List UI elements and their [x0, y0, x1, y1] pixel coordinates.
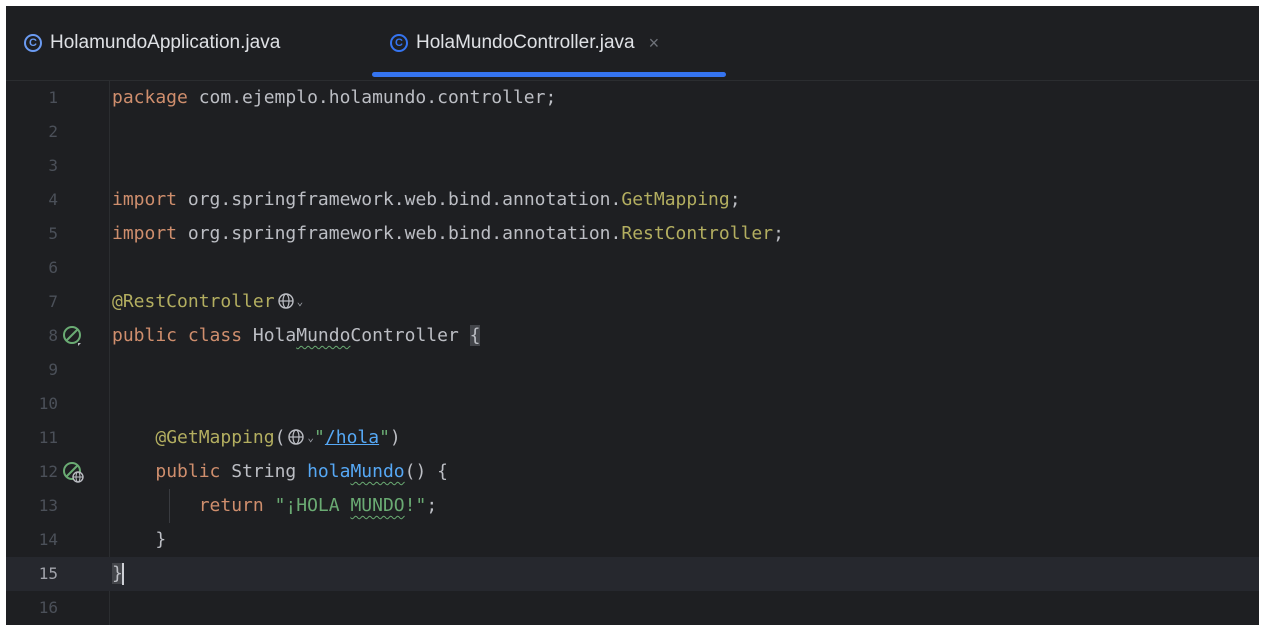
code-line: 3 — [6, 149, 1259, 183]
paren: ) — [389, 427, 401, 448]
annotation: @RestController — [112, 291, 275, 312]
class-icon: C — [390, 34, 408, 52]
close-icon[interactable]: × — [649, 33, 660, 54]
code-line: 12 public String holaMundo() { — [6, 455, 1259, 489]
paren: ( — [274, 427, 286, 448]
quote: " — [314, 427, 325, 448]
string-literal: "¡HOLA — [263, 495, 351, 516]
spring-bean-icon[interactable] — [62, 325, 84, 347]
keyword: public class — [112, 325, 243, 346]
code-line: 16 — [6, 591, 1259, 625]
string-literal: !" — [404, 495, 427, 516]
ide-window: C HolamundoApplication.java C HolaMundoC… — [6, 6, 1259, 625]
code-line: 5 import org.springframework.web.bind.an… — [6, 217, 1259, 251]
line-number: 14 — [38, 530, 58, 549]
semicolon: ; — [773, 223, 784, 244]
semicolon: ; — [729, 189, 741, 210]
line-number: 12 — [38, 462, 58, 481]
code-line: 10 — [6, 387, 1259, 421]
string-typo: MUNDO — [350, 495, 405, 516]
keyword: import — [112, 189, 178, 210]
return-type: String — [220, 461, 308, 482]
line-number: 8 — [48, 326, 58, 345]
import-package: org.springframework.web.bind.annotation. — [177, 189, 622, 210]
line-number: 2 — [48, 122, 58, 141]
line-number: 10 — [38, 394, 58, 413]
close-brace: } — [155, 529, 167, 550]
open-brace: { — [469, 325, 481, 346]
endpoint-url[interactable]: /hola — [325, 427, 379, 448]
import-class: RestController — [621, 223, 774, 244]
keyword: return — [198, 495, 264, 516]
line-number: 6 — [48, 258, 58, 277]
code-line: 13 return "¡HOLA MUNDO!"; — [6, 489, 1259, 523]
code-line: 8 public class HolaMundoController { — [6, 319, 1259, 353]
text-caret — [121, 563, 124, 585]
code-line: 6 — [6, 251, 1259, 285]
line-number: 4 — [48, 190, 58, 209]
editor-tab-bar: C HolamundoApplication.java C HolaMundoC… — [6, 6, 1259, 81]
class-name-part: Hola — [242, 325, 297, 346]
method-name-typo: Mundo — [350, 461, 405, 482]
tab-label: HolamundoApplication.java — [50, 32, 281, 53]
code-line: 9 — [6, 353, 1259, 387]
semicolon: ; — [426, 495, 438, 516]
keyword: package — [112, 87, 188, 108]
line-number: 11 — [38, 428, 58, 447]
chevron-down-icon[interactable]: ⌄ — [297, 295, 304, 308]
line-number: 7 — [48, 292, 58, 311]
line-number: 3 — [48, 156, 58, 175]
line-number: 16 — [38, 598, 58, 617]
tab-holamundo-application[interactable]: C HolamundoApplication.java — [24, 6, 280, 80]
import-class: GetMapping — [621, 189, 730, 210]
spring-class-icon: C — [24, 34, 42, 52]
tab-label: HolaMundoController.java — [416, 32, 635, 53]
line-number: 5 — [48, 224, 58, 243]
method-signature-end: () { — [404, 461, 448, 482]
code-line: 7 @RestController ⌄ — [6, 285, 1259, 319]
class-name-part: Controller — [350, 325, 470, 346]
annotation: @GetMapping — [155, 427, 275, 448]
web-endpoint-icon[interactable] — [62, 461, 84, 483]
code-line: 4 import org.springframework.web.bind.an… — [6, 183, 1259, 217]
active-tab-indicator — [372, 72, 726, 77]
line-number: 9 — [48, 360, 58, 379]
method-name-part: hola — [307, 461, 351, 482]
class-name-typo: Mundo — [296, 325, 351, 346]
line-number: 13 — [38, 496, 58, 515]
current-code-line: 15 } — [6, 557, 1259, 591]
globe-icon[interactable] — [287, 428, 305, 446]
line-number: 15 — [38, 564, 58, 583]
import-package: org.springframework.web.bind.annotation. — [177, 223, 622, 244]
line-number: 1 — [48, 88, 58, 107]
code-line: 11 @GetMapping(⌄"/hola") — [6, 421, 1259, 455]
package-name: com.ejemplo.holamundo.controller; — [187, 87, 557, 108]
quote: " — [379, 427, 390, 448]
code-line: 1 package com.ejemplo.holamundo.controll… — [6, 81, 1259, 115]
code-line: 2 — [6, 115, 1259, 149]
globe-icon[interactable] — [277, 292, 295, 310]
keyword: import — [112, 223, 178, 244]
keyword: public — [155, 461, 221, 482]
code-line: 14 } — [6, 523, 1259, 557]
code-editor[interactable]: 1 package com.ejemplo.holamundo.controll… — [6, 81, 1259, 625]
tab-holamundo-controller[interactable]: C HolaMundoController.java × — [390, 6, 659, 80]
